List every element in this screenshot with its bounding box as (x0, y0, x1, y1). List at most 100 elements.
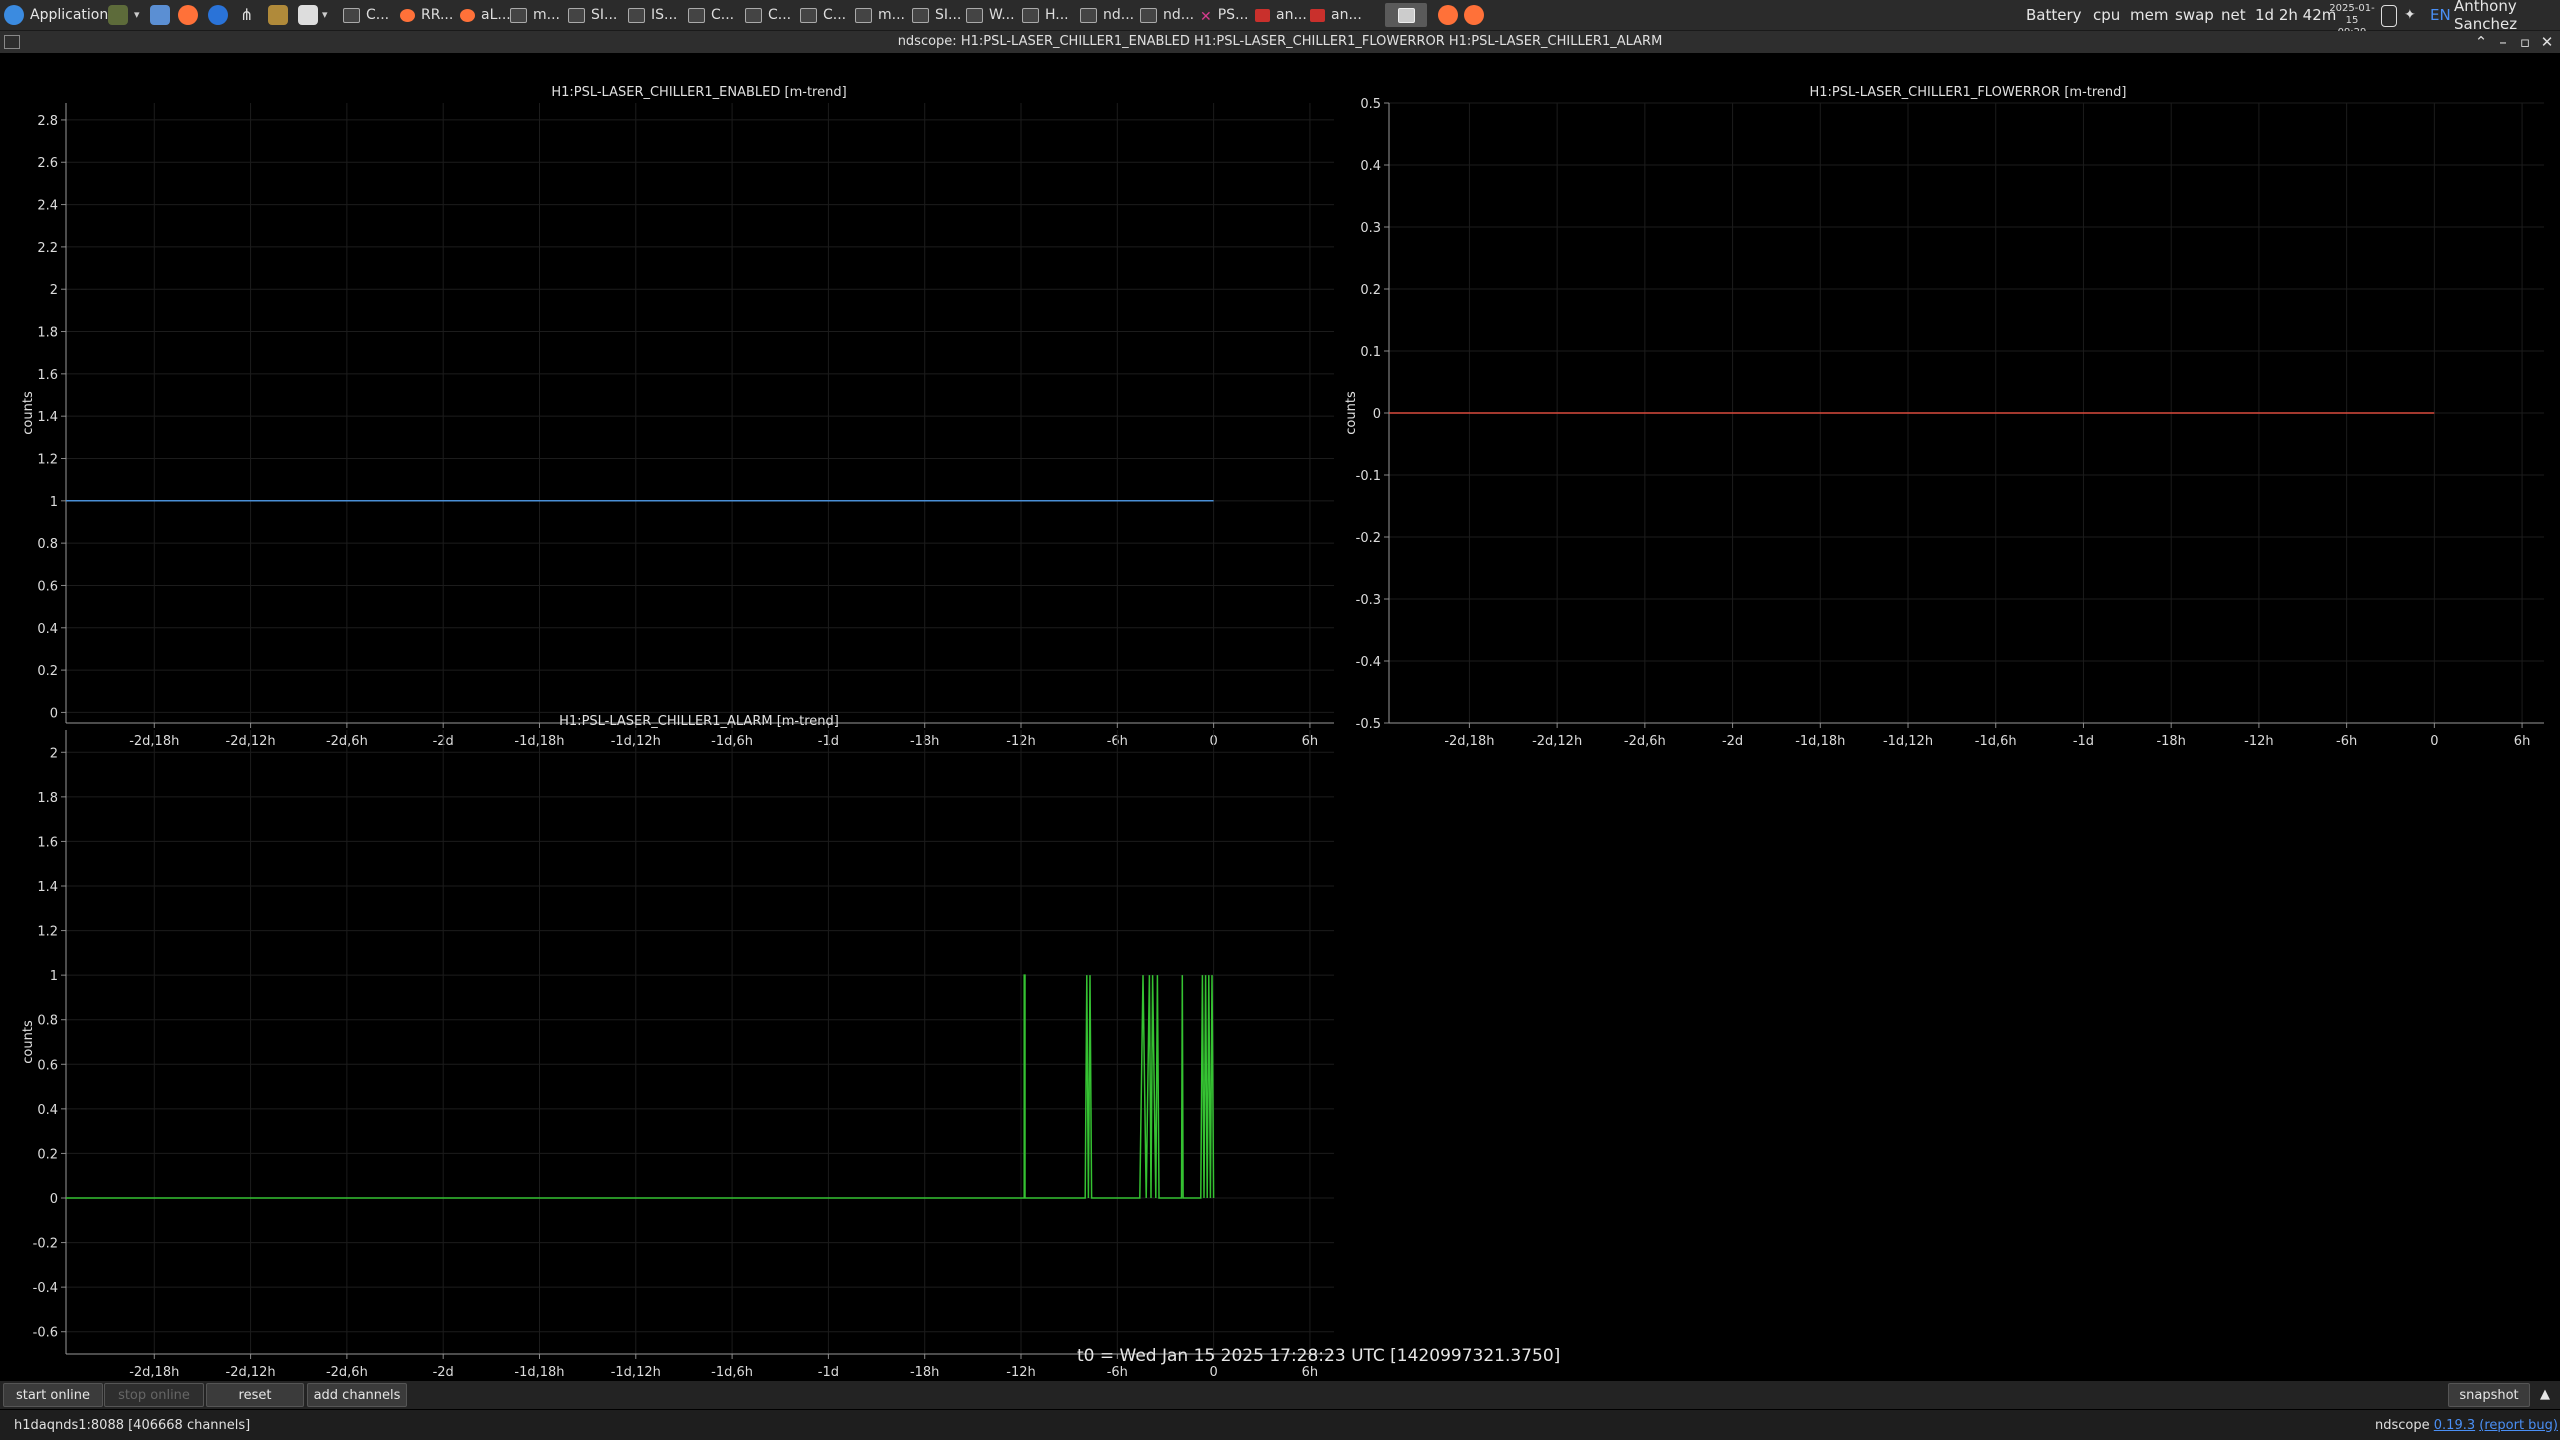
task-button-16[interactable]: an... (1255, 3, 1307, 27)
cpu-label: cpu (2093, 6, 2121, 24)
close-icon[interactable]: ✕ (2536, 31, 2558, 53)
task-label: IS... (651, 7, 678, 23)
shade-icon[interactable]: ⌃ (2470, 31, 2492, 53)
task-button-15[interactable]: ✕ PS... (1200, 3, 1248, 27)
x-tick-label: -1d,18h (514, 1365, 564, 1380)
mem-label: mem (2130, 6, 2169, 24)
window-title: ndscope: H1:PSL-LASER_CHILLER1_ENABLED H… (897, 34, 1663, 49)
y-tick-label: 0 (50, 706, 58, 721)
taskbar: Applications ▾ ⋔ ▾ C... RR... aL... m... SI.… (0, 0, 2560, 38)
maximize-icon[interactable]: ▫ (2514, 31, 2536, 53)
firefox-task-icon-2[interactable] (1464, 5, 1484, 25)
editor-dropdown-icon[interactable]: ▾ (322, 5, 342, 25)
user-menu[interactable]: Anthony Sanchez (2454, 0, 2560, 33)
swap-monitor[interactable]: swap (2175, 0, 2214, 30)
battery-monitor[interactable]: Battery (2026, 0, 2082, 30)
y-tick-label: 2.2 (37, 241, 58, 256)
x-tick-label: -2d,18h (1444, 734, 1494, 749)
y-tick-label: -0.1 (1356, 469, 1381, 484)
task-button-10[interactable]: SI... (912, 3, 961, 27)
y-tick-label: 0.4 (37, 1103, 58, 1118)
stop-online-button[interactable]: stop online (104, 1383, 204, 1407)
lang-label: EN (2430, 6, 2451, 24)
x-tick-label: 0 (2430, 734, 2438, 749)
y-tick-label: -0.6 (33, 1326, 58, 1341)
status-bar: h1daqnds1:8088 [406668 channels] ndscope… (0, 1410, 2560, 1440)
minimize-icon[interactable]: – (2492, 31, 2514, 53)
x-tick-label: -1d (2073, 734, 2094, 749)
y-tick-label: 1.4 (37, 880, 58, 895)
task-button-9[interactable]: m... (855, 3, 905, 27)
window-titlebar[interactable]: ndscope: H1:PSL-LASER_CHILLER1_ENABLED H… (0, 31, 2560, 53)
task-button-11[interactable]: W... (966, 3, 1015, 27)
task-label: aL... (481, 7, 511, 23)
plot-title: H1:PSL-LASER_CHILLER1_ENABLED [m-trend] (551, 85, 846, 100)
window-icon (855, 7, 872, 23)
window-icon (568, 7, 585, 23)
y-tick-label: 2.6 (37, 156, 58, 171)
keyboard-layout[interactable]: EN (2430, 0, 2451, 30)
task-button-17[interactable]: an... (1310, 3, 1362, 27)
window-icon (966, 7, 983, 23)
editor-launcher-icon[interactable] (298, 5, 318, 25)
x-tick-label: -6h (1107, 1365, 1128, 1380)
start-online-button[interactable]: start online (3, 1383, 103, 1407)
task-label: nd... (1163, 7, 1195, 23)
mem-monitor[interactable]: mem (2130, 0, 2168, 30)
uptime-label: 1d 2h 42m (2255, 6, 2337, 24)
y-axis-label: counts (21, 391, 36, 435)
window-icon (510, 7, 527, 23)
task-button-1[interactable]: RR... (400, 3, 453, 27)
task-label: W... (989, 7, 1015, 23)
terminal-launcher-icon[interactable] (108, 5, 128, 25)
task-active-ndscope[interactable] (1385, 3, 1427, 27)
task-label: PS... (1217, 7, 1249, 23)
chrome-launcher-icon[interactable] (208, 5, 228, 25)
report-bug-link[interactable]: (report bug) (2479, 1418, 2558, 1433)
window-icon (1022, 7, 1039, 23)
task-button-3[interactable]: m... (510, 3, 560, 27)
task-button-13[interactable]: nd... (1080, 3, 1134, 27)
y-tick-label: 2.4 (37, 199, 58, 214)
share-launcher-icon[interactable]: ⋔ (240, 5, 260, 25)
y-axis-label: counts (1344, 391, 1359, 435)
network-icon[interactable]: ✦ (2404, 5, 2424, 25)
applications-menu[interactable]: Applications (0, 0, 116, 30)
applications-logo-icon (4, 5, 24, 25)
add-channels-button[interactable]: add channels (307, 1383, 407, 1407)
task-button-12[interactable]: H... (1022, 3, 1069, 27)
x-tick-label: -12h (1006, 1365, 1035, 1380)
task-button-14[interactable]: nd... (1140, 3, 1194, 27)
files-launcher-icon[interactable] (150, 5, 170, 25)
cpu-monitor[interactable]: cpu (2093, 0, 2120, 30)
y-tick-label: 0.6 (37, 1058, 58, 1073)
task-button-2[interactable]: aL... (460, 3, 511, 27)
task-button-7[interactable]: C... (745, 3, 791, 27)
x-tick-label: -18h (910, 1365, 939, 1380)
settings-launcher-icon[interactable] (268, 5, 288, 25)
snapshot-button[interactable]: snapshot (2448, 1383, 2530, 1407)
y-tick-label: 0 (1373, 407, 1381, 422)
firefox-launcher-icon[interactable] (178, 5, 198, 25)
net-monitor[interactable]: net (2221, 0, 2246, 30)
version-link[interactable]: 0.19.3 (2434, 1418, 2475, 1433)
task-button-5[interactable]: IS... (628, 3, 677, 27)
series-line (66, 974, 1215, 1199)
y-tick-label: 0.1 (1360, 345, 1381, 360)
task-button-6[interactable]: C... (688, 3, 734, 27)
y-tick-label: 0.5 (1360, 97, 1381, 112)
task-button-0[interactable]: C... (343, 3, 389, 27)
uptime: 1d 2h 42m (2255, 0, 2336, 30)
task-label: C... (768, 7, 792, 23)
expand-chevron-icon[interactable]: ▲ (2532, 1383, 2558, 1407)
power-icon[interactable] (2381, 5, 2397, 27)
red-icon (1310, 8, 1325, 22)
firefox-task-icon[interactable] (1438, 5, 1458, 25)
x-tick-label: -1d (818, 1365, 839, 1380)
reset-button[interactable]: reset (206, 1383, 304, 1407)
task-button-8[interactable]: C... (800, 3, 846, 27)
net-label: net (2221, 6, 2246, 24)
task-button-4[interactable]: SI... (568, 3, 617, 27)
x-tick-label: -6h (2336, 734, 2357, 749)
y-tick-label: 0.2 (1360, 283, 1381, 298)
